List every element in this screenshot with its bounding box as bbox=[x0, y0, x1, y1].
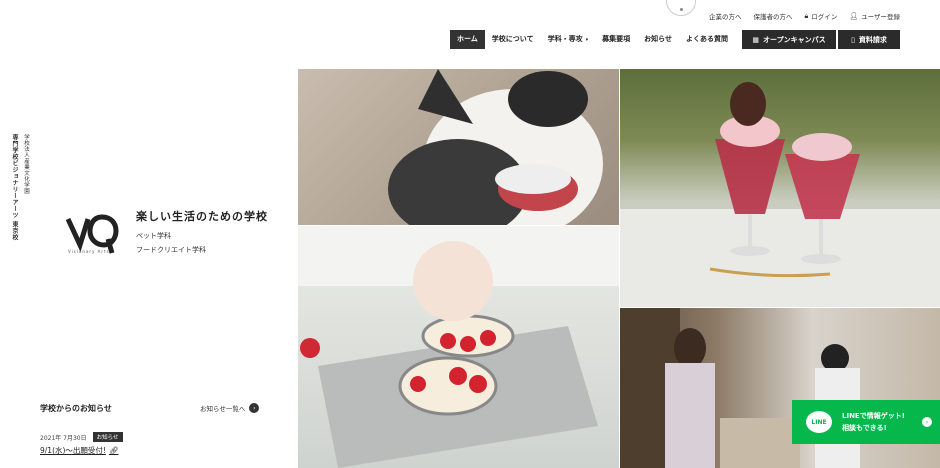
nav-news[interactable]: お知らせ bbox=[637, 30, 679, 49]
register-label: ユーザー登録 bbox=[861, 13, 900, 21]
news-item-label: 9/1(水)〜出願受付! bbox=[40, 446, 106, 455]
line-banner-line1: LINEで情報ゲット! bbox=[842, 412, 905, 420]
news-view-all-label: お知らせ一覧へ bbox=[200, 405, 246, 413]
lock-icon: 🔒︎ bbox=[804, 11, 809, 20]
dog-illustration bbox=[388, 69, 603, 225]
utility-link-company[interactable]: 企業の方へ bbox=[709, 11, 742, 21]
nav-about[interactable]: 学校について bbox=[485, 30, 541, 49]
document-icon: ▯ bbox=[851, 35, 855, 44]
line-logo-icon: LINE bbox=[806, 411, 832, 433]
nav-home[interactable]: ホーム bbox=[450, 30, 485, 49]
nav-admission[interactable]: 募集要項 bbox=[595, 30, 637, 49]
user-icon: 👤︎ bbox=[849, 12, 859, 20]
shop-illustration bbox=[620, 308, 860, 468]
news-view-all-link[interactable]: お知らせ一覧へ › bbox=[200, 403, 260, 413]
nav-departments-label: 学科・専攻 bbox=[547, 35, 583, 43]
news-meta: 2021年 7月30日 お知らせ bbox=[40, 432, 123, 442]
tagline: 楽しい生活のための学校 bbox=[136, 210, 268, 223]
main-nav: ホーム 学校について 学科・専攻 ▾ 募集要項 お知らせ よくある質問 bbox=[450, 30, 735, 49]
nav-departments[interactable]: 学科・専攻 ▾ bbox=[541, 30, 596, 49]
nav-faq[interactable]: よくある質問 bbox=[679, 30, 735, 49]
utility-link-register[interactable]: 👤︎ ユーザー登録 bbox=[849, 11, 900, 21]
link-icon: 🔗︎ bbox=[108, 446, 119, 455]
utility-link-parents[interactable]: 保護者の方へ bbox=[754, 11, 793, 21]
parfait-illustration bbox=[620, 82, 940, 307]
line-banner-line2: 相談もできる! bbox=[842, 424, 887, 432]
login-label: ログイン bbox=[811, 13, 838, 21]
dot-icon bbox=[679, 8, 683, 11]
brochure-button[interactable]: ▯ 資料請求 bbox=[838, 30, 900, 49]
news-item-link[interactable]: 9/1(水)〜出願受付! 🔗︎ bbox=[40, 445, 118, 456]
utility-link-login[interactable]: 🔒︎ ログイン bbox=[804, 11, 838, 22]
line-banner[interactable]: LINE LINEで情報ゲット! 相談もできる! › bbox=[792, 400, 940, 444]
school-name-vertical: 専門学校ビジョナリーアーツ 東京校 bbox=[11, 134, 18, 241]
photo-parfait bbox=[620, 69, 940, 307]
scroll-menu-button[interactable] bbox=[666, 0, 696, 16]
open-campus-button[interactable]: ▦ オープンキャンパス bbox=[742, 30, 836, 49]
school-logo[interactable] bbox=[65, 205, 120, 255]
photo-cake bbox=[298, 226, 619, 468]
news-badge: お知らせ bbox=[92, 432, 123, 442]
line-banner-text: LINEで情報ゲット! 相談もできる! bbox=[842, 410, 905, 434]
calendar-icon: ▦ bbox=[752, 35, 760, 44]
cake-illustration bbox=[298, 226, 619, 468]
open-campus-label: オープンキャンパス bbox=[763, 35, 826, 44]
arrow-right-icon: › bbox=[922, 417, 932, 427]
utility-nav: 企業の方へ 保護者の方へ 🔒︎ ログイン 👤︎ ユーザー登録 bbox=[709, 11, 900, 22]
school-corp-vertical: 学校法人産業文化学園 bbox=[23, 134, 29, 194]
photo-shop bbox=[620, 308, 940, 468]
vq-logo-icon bbox=[65, 214, 119, 254]
news-heading: 学校からのお知らせ bbox=[40, 404, 112, 413]
photo-dog bbox=[298, 69, 619, 225]
department-food[interactable]: フードクリエイト学科 bbox=[136, 245, 206, 255]
news-date: 2021年 7月30日 bbox=[40, 434, 87, 442]
arrow-right-icon: › bbox=[249, 403, 260, 413]
department-pet[interactable]: ペット学科 bbox=[136, 231, 171, 241]
brochure-label: 資料請求 bbox=[858, 35, 887, 44]
chevron-down-icon: ▾ bbox=[585, 37, 589, 43]
logo-subtext: Visionary Arts bbox=[68, 249, 110, 254]
